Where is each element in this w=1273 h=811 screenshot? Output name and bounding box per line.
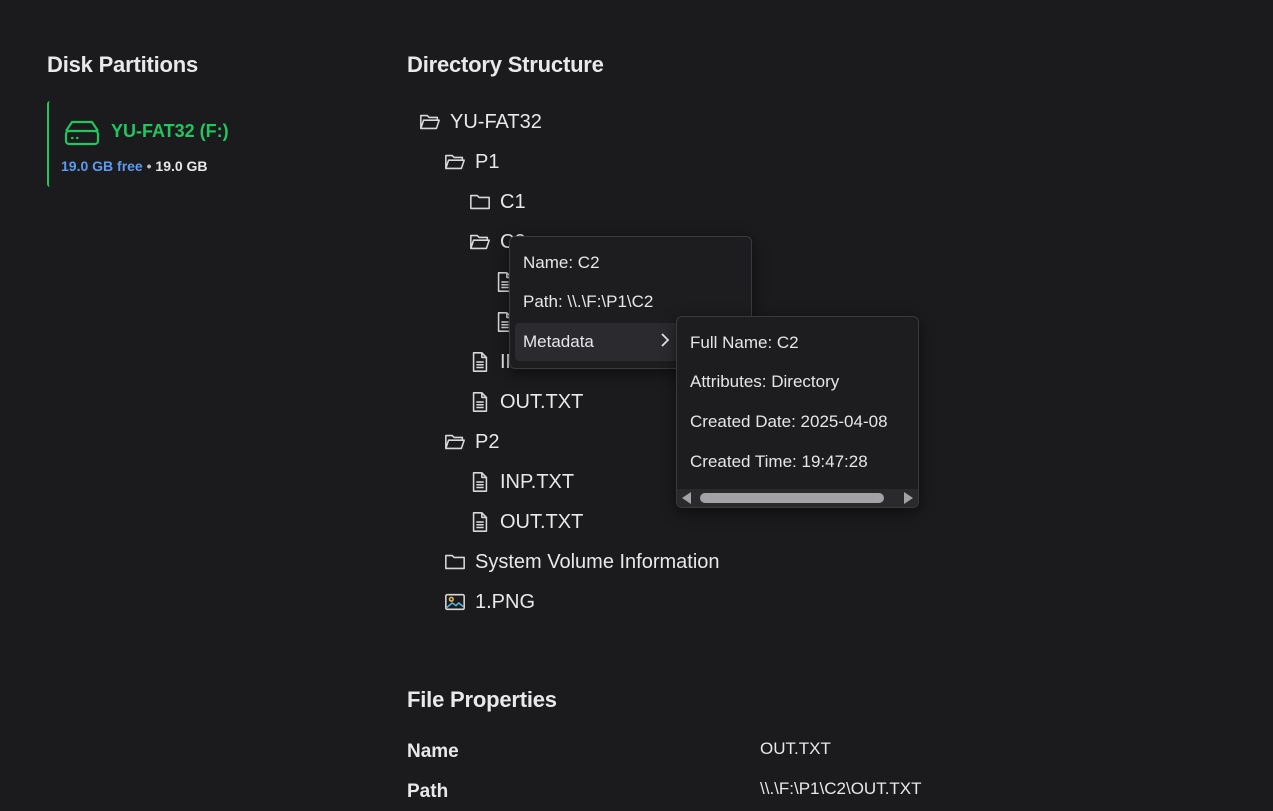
file-icon — [469, 391, 491, 413]
folder-open-icon — [419, 111, 441, 133]
disk-partition-card[interactable]: YU-FAT32 (F:) 19.0 GB free • 19.0 GB — [47, 101, 289, 187]
context-menu-item-path[interactable]: Path: \\.\F:\P1\C2 — [523, 292, 653, 312]
hard-drive-icon — [63, 118, 101, 148]
disk-free-space: 19.0 GB free — [61, 158, 143, 174]
tree-node-label: INP.TXT — [500, 470, 575, 493]
tree-node-label: OUT.TXT — [500, 390, 584, 413]
file-properties-title: File Properties — [407, 687, 557, 712]
tree-node-label: C1 — [500, 190, 526, 213]
property-key-path: Path — [407, 781, 449, 802]
disk-usage: 19.0 GB free • 19.0 GB — [61, 158, 208, 174]
submenu-item-created-date[interactable]: Created Date: 2025-04-08 — [690, 412, 888, 432]
scrollbar-thumb[interactable] — [700, 493, 884, 503]
property-key-name: Name — [407, 741, 459, 762]
submenu-item-created-time[interactable]: Created Time: 19:47:28 — [690, 452, 868, 472]
file-icon — [469, 351, 491, 373]
scroll-right-arrow-icon[interactable] — [904, 492, 913, 504]
tree-node-yu-fat32[interactable]: YU-FAT32 — [419, 109, 542, 135]
directory-structure-title: Directory Structure — [407, 52, 604, 77]
tree-node-label: OUT.TXT — [500, 510, 584, 533]
scroll-left-arrow-icon[interactable] — [682, 492, 691, 504]
horizontal-scrollbar[interactable] — [677, 489, 918, 507]
folder-icon — [444, 551, 466, 573]
context-menu-item-metadata[interactable]: Metadata — [515, 323, 678, 361]
property-value-name: OUT.TXT — [760, 739, 831, 758]
tree-node-label: 1.PNG — [475, 590, 536, 613]
tree-node-c1[interactable]: C1 — [469, 189, 526, 215]
context-menu-item-name[interactable]: Name: C2 — [523, 253, 600, 273]
tree-node-system-volume-information[interactable]: System Volume Information — [444, 549, 720, 575]
disk-total-space: 19.0 GB — [155, 158, 208, 174]
tree-node-label: System Volume Information — [475, 550, 720, 573]
tree-node-label: YU-FAT32 — [450, 110, 542, 133]
tree-node-label: P2 — [475, 430, 500, 453]
file-icon — [469, 511, 491, 533]
property-value-path: \\.\F:\P1\C2\OUT.TXT — [760, 779, 922, 798]
folder-open-icon — [444, 431, 466, 453]
disk-name: YU-FAT32 (F:) — [111, 121, 229, 141]
folder-icon — [469, 191, 491, 213]
chevron-right-icon — [660, 331, 670, 354]
tree-node-out-txt[interactable]: OUT.TXT — [469, 509, 583, 535]
tree-node-1-png[interactable]: 1.PNG — [444, 589, 535, 615]
tree-node-p2[interactable]: P2 — [444, 429, 499, 455]
tree-node-p1[interactable]: P1 — [444, 149, 499, 175]
folder-open-icon — [469, 231, 491, 253]
tree-node-out-txt[interactable]: OUT.TXT — [469, 389, 583, 415]
tree-node-inp-txt[interactable]: INP.TXT — [469, 469, 574, 495]
submenu-item-attributes[interactable]: Attributes: Directory — [690, 372, 839, 392]
tree-node-label: P1 — [475, 150, 500, 173]
metadata-submenu: Full Name: C2 Attributes: Directory Crea… — [676, 316, 919, 508]
submenu-item-full-name[interactable]: Full Name: C2 — [690, 333, 799, 353]
disk-usage-separator: • — [146, 158, 152, 174]
disk-partitions-title: Disk Partitions — [47, 52, 199, 77]
folder-open-icon — [444, 151, 466, 173]
file-icon — [469, 471, 491, 493]
image-icon — [444, 591, 466, 613]
metadata-label: Metadata — [523, 332, 594, 351]
